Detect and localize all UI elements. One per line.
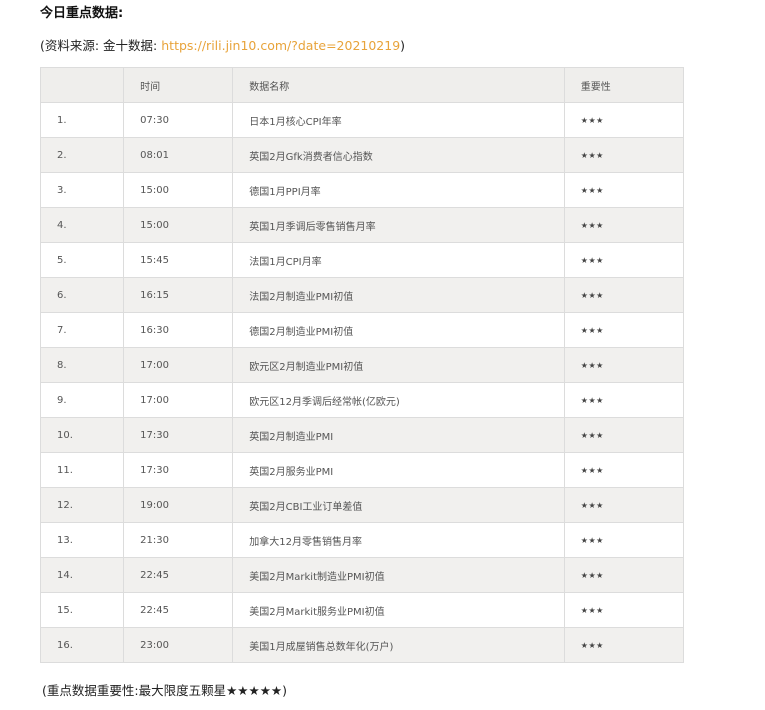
row-number: 3.	[39, 172, 125, 208]
key-data-table: 时间 数据名称 重要性 1. 07:30 日本1月核心CPI年率 ★★★ 2. 08:01…	[39, 67, 685, 663]
row-number: 6.	[39, 277, 125, 313]
table-header-row: 时间 数据名称 重要性	[39, 67, 685, 103]
row-data-name: 美国1月成屋销售总数年化(万户)	[232, 627, 565, 663]
row-time: 17:00	[123, 347, 234, 383]
row-time: 15:45	[123, 242, 234, 278]
row-number: 5.	[39, 242, 125, 278]
row-importance: ★★★	[563, 522, 685, 558]
row-importance: ★★★	[563, 417, 685, 453]
row-time: 17:30	[123, 452, 234, 488]
row-data-name: 法国2月制造业PMI初值	[232, 277, 565, 313]
table-row: 15. 22:45 美国2月Markit服务业PMI初值 ★★★	[39, 592, 685, 628]
row-importance: ★★★	[563, 382, 685, 418]
row-number: 2.	[39, 137, 125, 173]
row-importance: ★★★	[563, 627, 685, 663]
source-line: (资料来源: 金十数据: https://rili.jin10.com/?dat…	[40, 35, 405, 54]
row-data-name: 加拿大12月零售销售月率	[232, 522, 565, 558]
row-number: 15.	[39, 592, 125, 628]
table-row: 2. 08:01 英国2月Gfk消费者信心指数 ★★★	[39, 137, 685, 173]
table-row: 9. 17:00 欧元区12月季调后经常帐(亿欧元) ★★★	[39, 382, 685, 418]
row-time: 15:00	[123, 207, 234, 243]
importance-note: (重点数据重要性:最大限度五颗星★★★★★)	[42, 683, 287, 698]
row-data-name: 法国1月CPI月率	[232, 242, 565, 278]
table-row: 16. 23:00 美国1月成屋销售总数年化(万户) ★★★	[39, 627, 685, 663]
table-body: 1. 07:30 日本1月核心CPI年率 ★★★ 2. 08:01 英国2月Gfk消费者信心…	[39, 102, 685, 663]
table-row: 8. 17:00 欧元区2月制造业PMI初值 ★★★	[39, 347, 685, 383]
row-time: 15:00	[123, 172, 234, 208]
row-time: 07:30	[123, 102, 234, 138]
row-time: 22:45	[123, 557, 234, 593]
row-time: 16:15	[123, 277, 234, 313]
row-importance: ★★★	[563, 207, 685, 243]
row-number: 7.	[39, 312, 125, 348]
table-row: 14. 22:45 美国2月Markit制造业PMI初值 ★★★	[39, 557, 685, 593]
table-row: 6. 16:15 法国2月制造业PMI初值 ★★★	[39, 277, 685, 313]
row-number: 12.	[39, 487, 125, 523]
row-importance: ★★★	[563, 242, 685, 278]
row-importance: ★★★	[563, 137, 685, 173]
row-time: 17:30	[123, 417, 234, 453]
row-importance: ★★★	[563, 557, 685, 593]
row-time: 16:30	[123, 312, 234, 348]
row-number: 16.	[39, 627, 125, 663]
row-data-name: 德国2月制造业PMI初值	[232, 312, 565, 348]
row-importance: ★★★	[563, 452, 685, 488]
table-row: 3. 15:00 德国1月PPI月率 ★★★	[39, 172, 685, 208]
row-importance: ★★★	[563, 487, 685, 523]
row-importance: ★★★	[563, 172, 685, 208]
row-number: 8.	[39, 347, 125, 383]
header-time: 时间	[123, 67, 234, 103]
row-importance: ★★★	[563, 277, 685, 313]
source-link[interactable]: https://rili.jin10.com/?date=20210219	[161, 38, 400, 53]
table-row: 1. 07:30 日本1月核心CPI年率 ★★★	[39, 102, 685, 138]
row-data-name: 英国2月服务业PMI	[232, 452, 565, 488]
row-number: 11.	[39, 452, 125, 488]
row-time: 17:00	[123, 382, 234, 418]
header-importance: 重要性	[563, 67, 685, 103]
row-data-name: 英国2月Gfk消费者信心指数	[232, 137, 565, 173]
row-number: 9.	[39, 382, 125, 418]
header-index	[39, 67, 125, 103]
table-row: 5. 15:45 法国1月CPI月率 ★★★	[39, 242, 685, 278]
row-data-name: 德国1月PPI月率	[232, 172, 565, 208]
row-time: 23:00	[123, 627, 234, 663]
row-data-name: 美国2月Markit服务业PMI初值	[232, 592, 565, 628]
table-row: 11. 17:30 英国2月服务业PMI ★★★	[39, 452, 685, 488]
row-number: 4.	[39, 207, 125, 243]
row-number: 10.	[39, 417, 125, 453]
page-title: 今日重点数据:	[40, 6, 124, 21]
row-data-name: 日本1月核心CPI年率	[232, 102, 565, 138]
table-row: 10. 17:30 英国2月制造业PMI ★★★	[39, 417, 685, 453]
row-importance: ★★★	[563, 592, 685, 628]
row-importance: ★★★	[563, 347, 685, 383]
row-time: 21:30	[123, 522, 234, 558]
row-number: 1.	[39, 102, 125, 138]
row-data-name: 英国2月CBI工业订单差值	[232, 487, 565, 523]
table-row: 13. 21:30 加拿大12月零售销售月率 ★★★	[39, 522, 685, 558]
row-data-name: 欧元区2月制造业PMI初值	[232, 347, 565, 383]
source-suffix: )	[400, 38, 406, 53]
table-row: 7. 16:30 德国2月制造业PMI初值 ★★★	[39, 312, 685, 348]
source-prefix: (资料来源: 金十数据:	[40, 38, 162, 53]
row-data-name: 美国2月Markit制造业PMI初值	[232, 557, 565, 593]
row-data-name: 英国1月季调后零售销售月率	[232, 207, 565, 243]
row-data-name: 英国2月制造业PMI	[232, 417, 565, 453]
row-time: 22:45	[123, 592, 234, 628]
row-number: 14.	[39, 557, 125, 593]
row-data-name: 欧元区12月季调后经常帐(亿欧元)	[232, 382, 565, 418]
row-number: 13.	[39, 522, 125, 558]
table-row: 4. 15:00 英国1月季调后零售销售月率 ★★★	[39, 207, 685, 243]
header-data-name: 数据名称	[232, 67, 565, 103]
row-importance: ★★★	[563, 102, 685, 138]
row-time: 08:01	[123, 137, 234, 173]
row-time: 19:00	[123, 487, 234, 523]
row-importance: ★★★	[563, 312, 685, 348]
table-row: 12. 19:00 英国2月CBI工业订单差值 ★★★	[39, 487, 685, 523]
